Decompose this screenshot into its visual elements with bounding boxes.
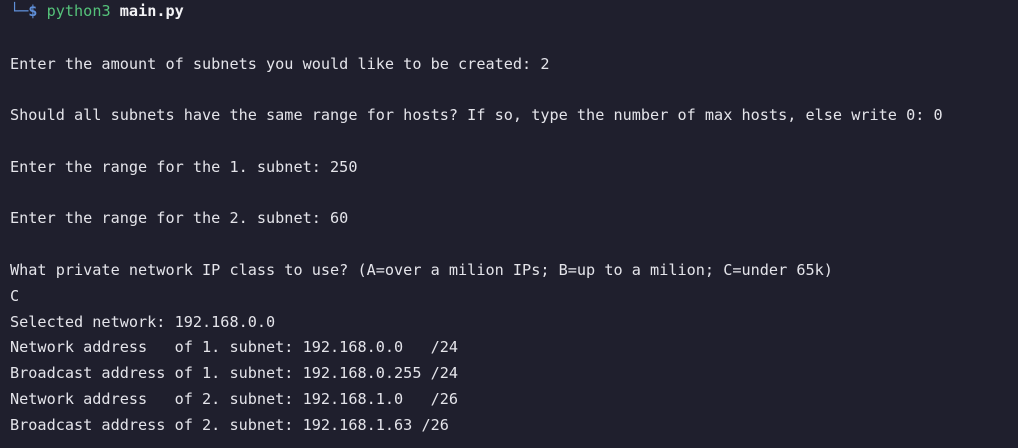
- prompt-symbol: $: [28, 2, 38, 20]
- output-line-same-range: Should all subnets have the same range f…: [10, 106, 943, 125]
- output-line-broadcast-address-2: Broadcast address of 2. subnet: 192.168.…: [10, 415, 449, 434]
- terminal-window[interactable]: └─$ python3 main.py Enter the amount of …: [0, 0, 1018, 448]
- output-line-ip-class-question: What private network IP class to use? (A…: [10, 260, 833, 279]
- output-line-network-address-1: Network address of 1. subnet: 192.168.0.…: [10, 338, 459, 357]
- output-line-range-1: Enter the range for the 1. subnet: 250: [10, 157, 358, 176]
- output-line-subnet-count: Enter the amount of subnets you would li…: [10, 54, 550, 73]
- output-line-network-address-2: Network address of 2. subnet: 192.168.1.…: [10, 389, 459, 408]
- output-line-ip-class-answer: C: [10, 286, 20, 305]
- command-argument: main.py: [119, 2, 184, 20]
- output-line-broadcast-address-1: Broadcast address of 1. subnet: 192.168.…: [10, 364, 459, 383]
- output-line-selected-network: Selected network: 192.168.0.0: [10, 312, 276, 331]
- prompt-corner-glyph: └─: [10, 2, 29, 20]
- prompt-line: └─$ python3 main.py: [10, 0, 1018, 25]
- command-name: python3: [46, 2, 111, 20]
- output-line-range-2: Enter the range for the 2. subnet: 60: [10, 209, 349, 228]
